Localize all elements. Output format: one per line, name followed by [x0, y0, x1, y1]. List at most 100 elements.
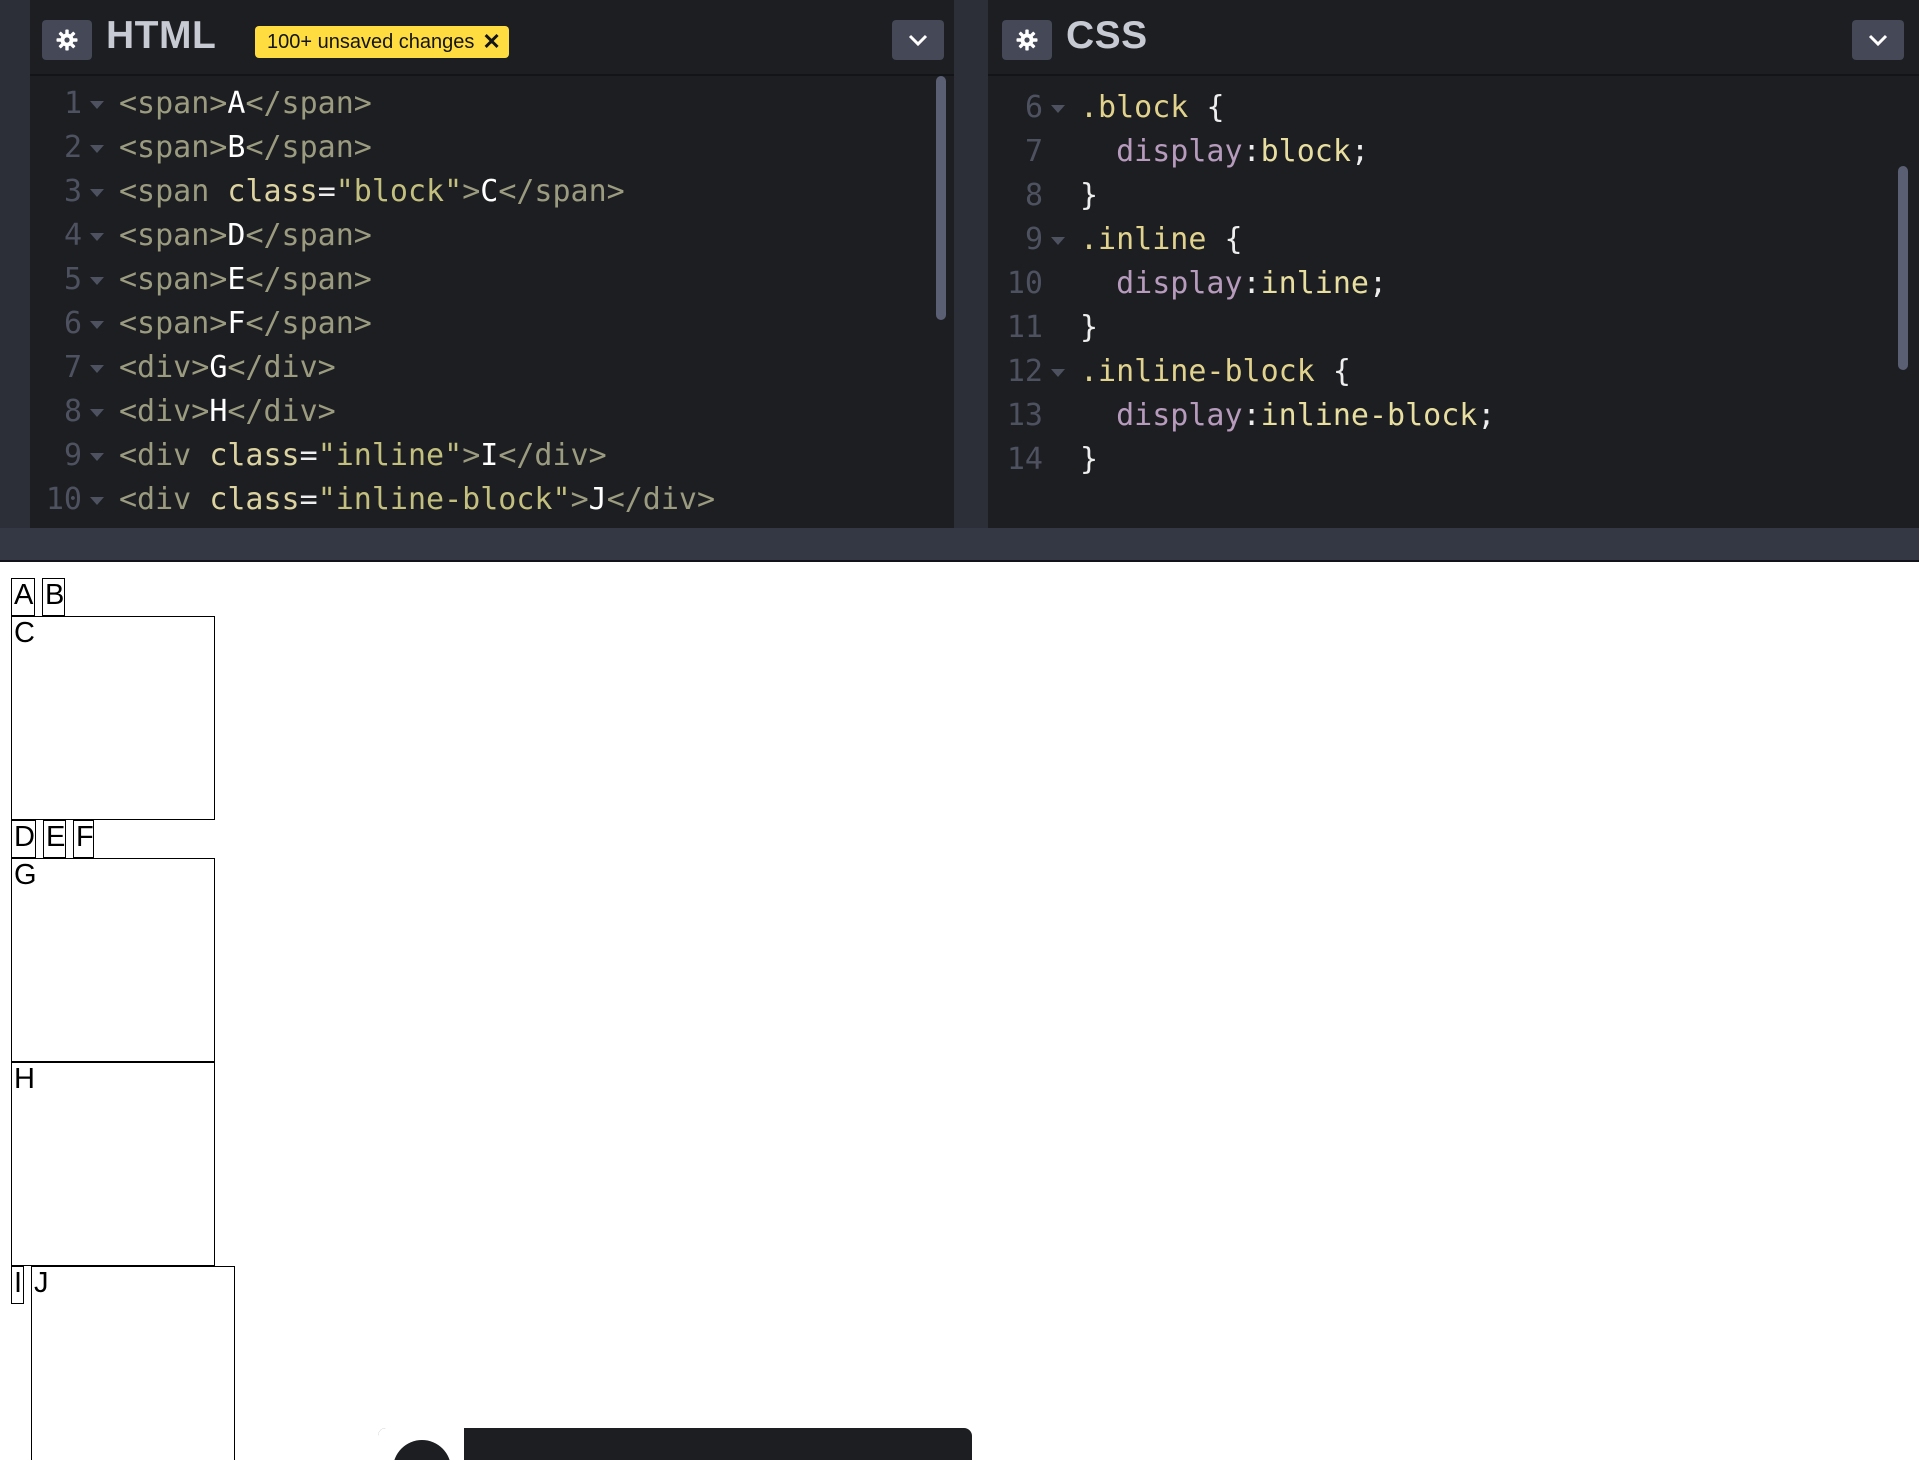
line-number: 10: [1006, 266, 1043, 301]
code-line[interactable]: 10 display:inline;: [988, 262, 1919, 306]
code-text: }: [1080, 310, 1099, 345]
code-text: <span>F</span>: [119, 306, 372, 341]
code-text: display:inline;: [1116, 266, 1388, 301]
code-text: .block {: [1080, 90, 1225, 125]
html-editor-panel: HTML 100+ unsaved changes ✕ 1 <span>A</sp…: [30, 0, 954, 528]
fold-arrow-icon[interactable]: [90, 321, 104, 329]
code-line[interactable]: 14}: [988, 438, 1919, 482]
code-line[interactable]: 3 <span class="block">C</span>: [30, 170, 954, 214]
code-line[interactable]: 7 display:block;: [988, 130, 1919, 174]
fold-arrow-icon[interactable]: [90, 365, 104, 373]
css-panel-title: CSS: [1066, 14, 1148, 57]
code-line[interactable]: 9 .inline {: [988, 218, 1919, 262]
code-line[interactable]: 8}: [988, 174, 1919, 218]
line-number: 12: [1006, 354, 1043, 389]
code-line[interactable]: 1 <span>A</span>: [30, 82, 954, 126]
code-line[interactable]: 6 <span>F</span>: [30, 302, 954, 346]
preview-div-i-inline: I: [11, 1266, 24, 1304]
line-number: 11: [1006, 310, 1043, 345]
gear-icon: [56, 29, 78, 51]
code-text: <div>H</div>: [119, 394, 336, 429]
floating-console-panel[interactable]: [378, 1428, 972, 1460]
code-text: <div class="inline-block">J</div>: [119, 482, 716, 517]
code-line[interactable]: 10 <div class="inline-block">J</div>: [30, 478, 954, 522]
code-text: .inline-block {: [1080, 354, 1351, 389]
code-line[interactable]: 4 <span>D</span>: [30, 214, 954, 258]
code-text: <span class="block">C</span>: [119, 174, 625, 209]
css-editor-scrollbar[interactable]: [1898, 166, 1908, 370]
css-collapse-button[interactable]: [1852, 20, 1904, 60]
preview-resize-handle[interactable]: [0, 528, 1919, 562]
html-code-editor[interactable]: 1 <span>A</span> 2 <span>B</span> 3 <span cla…: [30, 76, 954, 528]
line-number: 6: [1024, 90, 1043, 125]
fold-arrow-icon[interactable]: [90, 233, 104, 241]
avatar: [393, 1440, 451, 1460]
middle-resize-handle[interactable]: [954, 0, 988, 528]
code-text: display:block;: [1116, 134, 1369, 169]
preview-div-j-inline-block: J: [31, 1266, 235, 1460]
close-icon[interactable]: ✕: [482, 31, 500, 53]
code-line[interactable]: 9 <div class="inline">I</div>: [30, 434, 954, 478]
fold-arrow-icon[interactable]: [90, 145, 104, 153]
console-panel-avatar-area: [378, 1428, 464, 1460]
code-text: }: [1080, 178, 1099, 213]
fold-arrow-icon[interactable]: [1051, 237, 1065, 245]
code-text: <span>B</span>: [119, 130, 372, 165]
html-collapse-button[interactable]: [892, 20, 944, 60]
fold-arrow-icon[interactable]: [90, 497, 104, 505]
line-number: 8: [1024, 178, 1043, 213]
line-number: 3: [63, 174, 82, 209]
code-line[interactable]: 2 <span>B</span>: [30, 126, 954, 170]
preview-span-b: B: [42, 578, 65, 616]
gear-icon: [1016, 29, 1038, 51]
line-number: 14: [1006, 442, 1043, 477]
html-editor-scrollbar[interactable]: [936, 76, 946, 320]
left-resize-handle[interactable]: [0, 0, 30, 528]
line-number: 8: [63, 394, 82, 429]
html-settings-button[interactable]: [42, 20, 92, 60]
fold-arrow-icon[interactable]: [90, 277, 104, 285]
html-panel-title: HTML: [106, 14, 217, 57]
fold-arrow-icon[interactable]: [90, 409, 104, 417]
code-line[interactable]: 13 display:inline-block;: [988, 394, 1919, 438]
code-text: }: [1080, 442, 1099, 477]
preview-span-e: E: [43, 820, 66, 858]
line-number: 9: [1024, 222, 1043, 257]
line-number: 5: [63, 262, 82, 297]
fold-arrow-icon[interactable]: [1051, 369, 1065, 377]
fold-arrow-icon[interactable]: [90, 453, 104, 461]
code-line[interactable]: 11}: [988, 306, 1919, 350]
code-text: <span>A</span>: [119, 86, 372, 121]
result-preview: A B C D E F G H I J: [0, 562, 1919, 1460]
line-number: 1: [63, 86, 82, 121]
code-line[interactable]: 6 .block {: [988, 86, 1919, 130]
line-number: 4: [63, 218, 82, 253]
preview-div-g: G: [11, 858, 215, 1062]
code-text: <div class="inline">I</div>: [119, 438, 607, 473]
code-text: <div>G</div>: [119, 350, 336, 385]
preview-span-f: F: [73, 820, 94, 858]
preview-span-a: A: [11, 578, 35, 616]
code-line[interactable]: 8 <div>H</div>: [30, 390, 954, 434]
line-number: 9: [63, 438, 82, 473]
fold-arrow-icon[interactable]: [1051, 105, 1065, 113]
line-number: 6: [63, 306, 82, 341]
css-code-editor[interactable]: 6 .block {7 display:block; 8} 9 .inline {10 …: [988, 76, 1919, 528]
line-number: 10: [45, 482, 82, 517]
unsaved-changes-badge[interactable]: 100+ unsaved changes ✕: [255, 26, 509, 58]
code-line[interactable]: 12 .inline-block {: [988, 350, 1919, 394]
fold-arrow-icon[interactable]: [90, 101, 104, 109]
fold-arrow-icon[interactable]: [90, 189, 104, 197]
code-line[interactable]: 7 <div>G</div>: [30, 346, 954, 390]
code-text: .inline {: [1080, 222, 1243, 257]
unsaved-changes-label: 100+ unsaved changes: [267, 30, 475, 53]
chevron-down-icon: [1868, 34, 1888, 47]
code-line[interactable]: 5 <span>E</span>: [30, 258, 954, 302]
css-settings-button[interactable]: [1002, 20, 1052, 60]
css-panel-header: CSS: [988, 0, 1919, 76]
editor-area: HTML 100+ unsaved changes ✕ 1 <span>A</sp…: [0, 0, 1919, 562]
preview-span-d: D: [11, 820, 36, 858]
html-panel-header: HTML 100+ unsaved changes ✕: [30, 0, 954, 76]
preview-block-c: C: [11, 616, 215, 820]
preview-div-h: H: [11, 1062, 215, 1266]
